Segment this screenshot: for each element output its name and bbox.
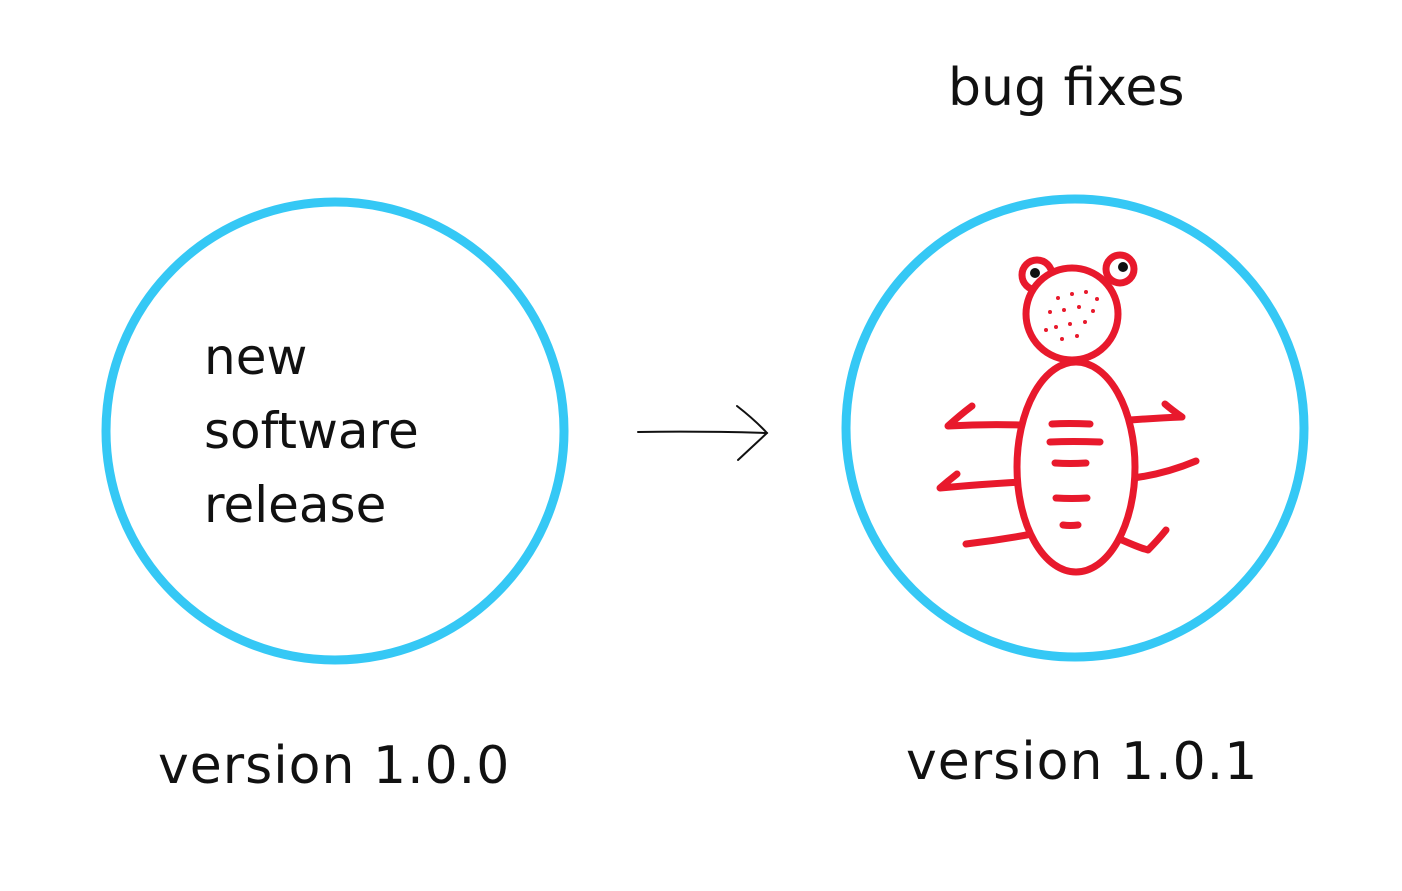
arrow-right-icon xyxy=(637,405,769,461)
release-text-line-2: software xyxy=(204,402,419,460)
bug-icon xyxy=(936,251,1200,576)
bug-fixes-heading: bug fixes xyxy=(948,58,1185,118)
version-left-caption: version 1.0.0 xyxy=(158,736,511,796)
release-text-line-1: new xyxy=(204,328,308,386)
version-right-caption: version 1.0.1 xyxy=(906,732,1259,792)
release-text-line-3: release xyxy=(204,476,387,534)
